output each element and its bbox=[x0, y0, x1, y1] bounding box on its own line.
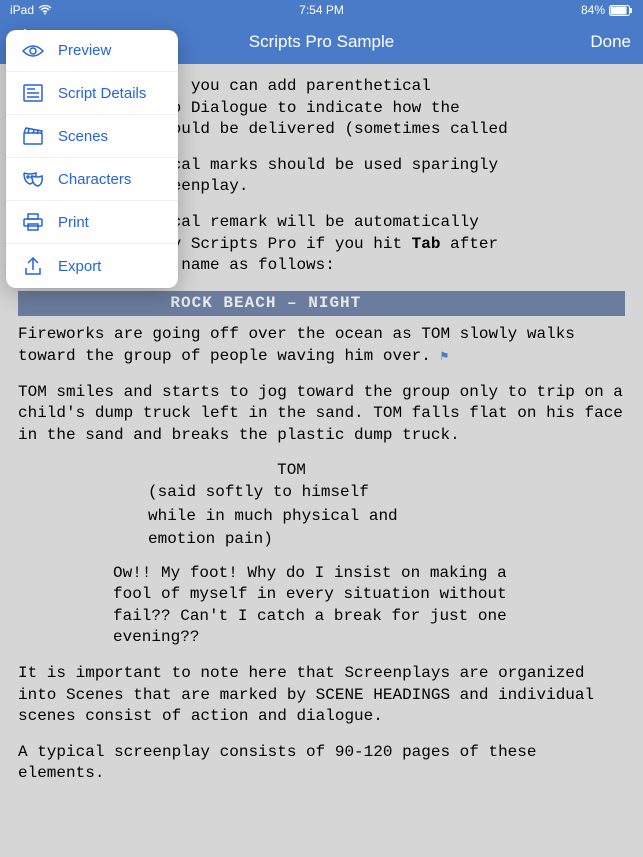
done-button[interactable]: Done bbox=[590, 32, 631, 52]
wifi-icon bbox=[38, 5, 52, 15]
masks-icon bbox=[22, 170, 44, 188]
printer-icon bbox=[22, 213, 44, 231]
battery-percent: 84% bbox=[581, 3, 605, 17]
parenthetical: (said softly to himself bbox=[148, 482, 468, 504]
action-text: Fireworks are going off over the ocean a… bbox=[18, 324, 625, 367]
status-time: 7:54 PM bbox=[299, 3, 344, 17]
parenthetical: while in much physical and bbox=[148, 506, 468, 528]
menu-scenes[interactable]: Scenes bbox=[6, 115, 178, 158]
export-icon bbox=[22, 256, 44, 276]
dialogue-text: Ow!! My foot! Why do I insist on making … bbox=[113, 563, 513, 649]
menu-label: Scenes bbox=[58, 128, 108, 145]
action-text: TOM smiles and starts to jog toward the … bbox=[18, 382, 625, 447]
clapper-icon bbox=[22, 127, 44, 145]
menu-label: Characters bbox=[58, 171, 131, 188]
document-icon bbox=[22, 84, 44, 102]
paragraph: A typical screenplay consists of 90-120 … bbox=[18, 742, 625, 785]
menu-label: Preview bbox=[58, 42, 111, 59]
page-title: Scripts Pro Sample bbox=[249, 32, 395, 52]
menu-characters[interactable]: Characters bbox=[6, 158, 178, 201]
menu-preview[interactable]: Preview bbox=[6, 30, 178, 72]
paragraph: It is important to note here that Screen… bbox=[18, 663, 625, 728]
menu-export[interactable]: Export bbox=[6, 244, 178, 288]
device-label: iPad bbox=[10, 3, 34, 17]
menu-label: Print bbox=[58, 214, 89, 231]
menu-label: Script Details bbox=[58, 85, 146, 102]
status-bar: iPad 7:54 PM 84% bbox=[0, 0, 643, 20]
character-name: TOM bbox=[18, 460, 625, 482]
flag-icon[interactable]: ⚑ bbox=[440, 349, 448, 364]
menu-print[interactable]: Print bbox=[6, 201, 178, 244]
eye-icon bbox=[22, 43, 44, 59]
settings-menu: Preview Script Details Scenes Characters… bbox=[6, 30, 178, 288]
parenthetical: emotion pain) bbox=[148, 529, 468, 551]
menu-label: Export bbox=[58, 258, 101, 275]
scene-heading: XXXXXXXXXXXXXXROCK BEACH – NIGHT bbox=[18, 291, 625, 317]
menu-script-details[interactable]: Script Details bbox=[6, 72, 178, 115]
battery-icon bbox=[609, 5, 633, 16]
